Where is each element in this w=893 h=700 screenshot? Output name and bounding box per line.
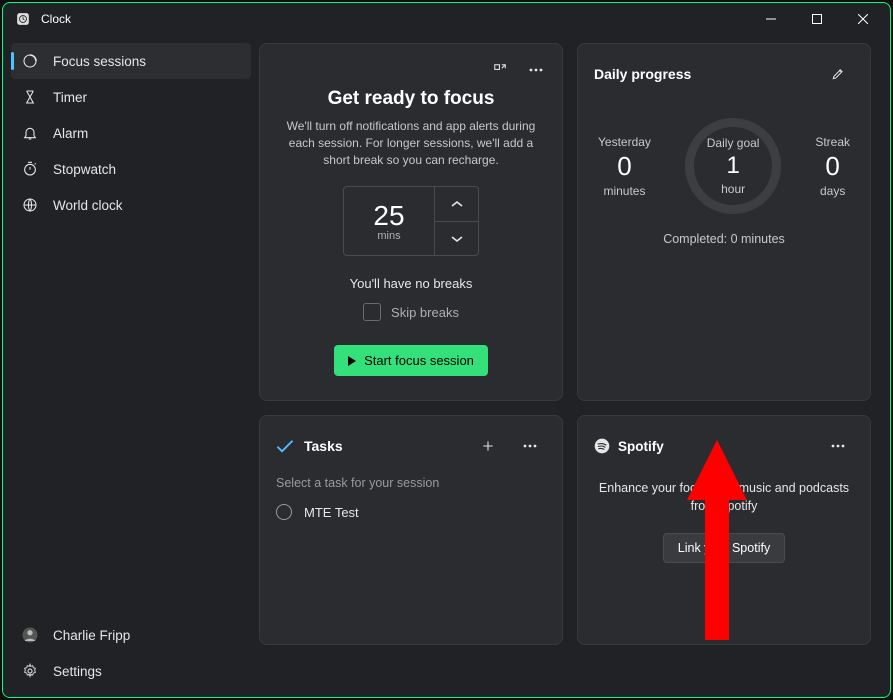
world-clock-icon [21, 196, 39, 214]
focus-sessions-icon [21, 52, 39, 70]
duration-increase-button[interactable] [435, 187, 478, 222]
sidebar-user[interactable]: Charlie Fripp [11, 617, 251, 653]
skip-breaks-label: Skip breaks [391, 305, 459, 320]
sidebar-item-label: Alarm [53, 126, 88, 141]
sidebar: Focus sessions Timer Alarm [3, 35, 259, 697]
duration-display: 25 mins [344, 187, 434, 255]
timer-icon [21, 88, 39, 106]
breaks-info: You'll have no breaks [278, 276, 544, 291]
more-button[interactable] [520, 54, 552, 86]
clock-app-icon [13, 9, 33, 29]
app-window: Clock Focus sessions Time [2, 2, 891, 698]
task-label: MTE Test [304, 505, 359, 520]
alarm-icon [21, 124, 39, 142]
sidebar-item-label: Stopwatch [53, 162, 116, 177]
daily-progress-card: Daily progress Yesterday 0 minutes Daily… [577, 43, 871, 401]
minimize-button[interactable] [748, 3, 794, 35]
start-button-label: Start focus session [364, 353, 474, 368]
start-focus-session-button[interactable]: Start focus session [334, 345, 488, 376]
daily-stats: Yesterday 0 minutes Daily goal 1 hour St… [594, 118, 854, 214]
avatar-icon [21, 626, 39, 644]
sidebar-item-world-clock[interactable]: World clock [11, 187, 251, 223]
task-item[interactable]: MTE Test [276, 504, 546, 520]
skip-breaks-row: Skip breaks [278, 303, 544, 321]
sidebar-bottom: Charlie Fripp Settings [3, 617, 259, 689]
tasks-card: Tasks Select a task for your session MTE… [259, 415, 563, 645]
daily-progress-title: Daily progress [594, 66, 822, 82]
titlebar: Clock [3, 3, 890, 35]
sidebar-item-stopwatch[interactable]: Stopwatch [11, 151, 251, 187]
daily-goal-ring: Daily goal 1 hour [685, 118, 781, 214]
focus-card-description: We'll turn off notifications and app ale… [284, 118, 538, 168]
task-radio[interactable] [276, 504, 292, 520]
stat-streak: Streak 0 days [815, 135, 850, 198]
expand-button[interactable] [484, 54, 516, 86]
stat-yesterday: Yesterday 0 minutes [598, 135, 651, 198]
window-title: Clock [41, 12, 748, 26]
duration-unit: mins [377, 230, 400, 242]
daily-completed: Completed: 0 minutes [594, 232, 854, 246]
focus-card: Get ready to focus We'll turn off notifi… [259, 43, 563, 401]
focus-card-title: Get ready to focus [278, 88, 544, 110]
stopwatch-icon [21, 160, 39, 178]
window-controls [748, 3, 886, 35]
user-name: Charlie Fripp [53, 628, 130, 643]
play-icon [348, 356, 356, 366]
sidebar-item-label: Settings [53, 664, 102, 679]
tasks-subtitle: Select a task for your session [276, 476, 546, 490]
duration-decrease-button[interactable] [435, 222, 478, 256]
sidebar-item-label: Focus sessions [53, 54, 146, 69]
tasks-icon [276, 437, 294, 455]
link-spotify-button[interactable]: Link your Spotify [663, 533, 785, 563]
sidebar-item-settings[interactable]: Settings [11, 653, 251, 689]
spotify-icon [594, 438, 610, 454]
tasks-more-button[interactable] [514, 430, 546, 462]
spotify-title: Spotify [618, 439, 814, 454]
app-body: Focus sessions Timer Alarm [3, 35, 890, 697]
spotify-card: Spotify Enhance your focus with music an… [577, 415, 871, 645]
sidebar-item-label: Timer [53, 90, 87, 105]
nav-list: Focus sessions Timer Alarm [3, 43, 259, 617]
spotify-description: Enhance your focus with music and podcas… [594, 480, 854, 515]
main-content: Get ready to focus We'll turn off notifi… [259, 35, 890, 697]
close-button[interactable] [840, 3, 886, 35]
edit-daily-goal-button[interactable] [822, 58, 854, 90]
sidebar-item-timer[interactable]: Timer [11, 79, 251, 115]
skip-breaks-checkbox[interactable] [363, 303, 381, 321]
duration-stepper: 25 mins [343, 186, 479, 256]
spotify-more-button[interactable] [822, 430, 854, 462]
sidebar-item-alarm[interactable]: Alarm [11, 115, 251, 151]
sidebar-item-label: World clock [53, 198, 123, 213]
duration-value: 25 [373, 200, 404, 232]
maximize-button[interactable] [794, 3, 840, 35]
gear-icon [21, 662, 39, 680]
tasks-title: Tasks [304, 438, 462, 454]
add-task-button[interactable] [472, 430, 504, 462]
sidebar-item-focus-sessions[interactable]: Focus sessions [11, 43, 251, 79]
